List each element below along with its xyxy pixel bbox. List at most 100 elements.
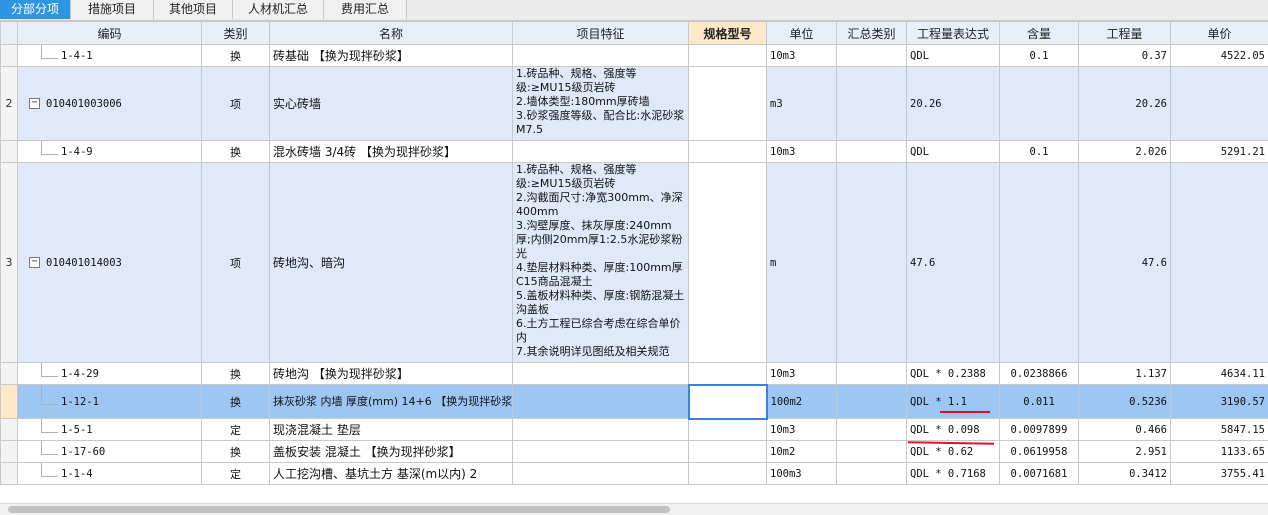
expr-cell[interactable]: 20.26 [907,67,1000,141]
feature-cell[interactable] [513,463,689,485]
code-cell[interactable]: 1-1-4 [18,463,202,485]
price-cell[interactable]: 5847.15 [1171,419,1268,441]
summary-cell[interactable] [837,163,907,363]
price-cell[interactable]: 4634.11 [1171,363,1268,385]
summary-cell[interactable] [837,385,907,419]
summary-cell[interactable] [837,441,907,463]
unit-cell[interactable]: 10m3 [767,45,837,67]
tab-fenbu[interactable]: 分部分项 [0,0,71,19]
collapse-icon[interactable]: − [29,257,40,268]
code-cell[interactable]: −010401003006 [18,67,202,141]
price-cell[interactable] [1171,163,1268,363]
spec-cell[interactable] [689,463,767,485]
price-cell[interactable]: 4522.05 [1171,45,1268,67]
name-cell[interactable]: 砖地沟 【换为现拌砂浆】 [270,363,513,385]
content-cell[interactable] [1000,67,1079,141]
code-cell[interactable]: 1-4-29 [18,363,202,385]
price-cell[interactable] [1171,67,1268,141]
type-cell[interactable]: 定 [202,419,270,441]
summary-cell[interactable] [837,141,907,163]
col-header-name[interactable]: 名称 [270,22,513,45]
feature-cell[interactable]: 1.砖品种、规格、强度等级:≥MU15级页岩砖 2.墙体类型:180mm厚砖墙 … [513,67,689,141]
feature-cell[interactable] [513,45,689,67]
col-header-feature[interactable]: 项目特征 [513,22,689,45]
content-cell[interactable]: 0.1 [1000,141,1079,163]
code-cell[interactable]: 1-4-9 [18,141,202,163]
feature-cell[interactable] [513,141,689,163]
expr-cell[interactable]: QDL [907,45,1000,67]
type-cell[interactable]: 定 [202,463,270,485]
code-cell[interactable]: 1-5-1 [18,419,202,441]
content-cell[interactable]: 0.0097899 [1000,419,1079,441]
table-row[interactable]: 1-1-4 定 人工挖沟槽、基坑土方 基深(m以内) 2 100m3 QDL *… [1,463,1268,485]
name-cell[interactable]: 抹灰砂浆 内墙 厚度(mm) 14+6 【换为现拌砂浆】 [270,385,513,419]
price-cell[interactable]: 3755.41 [1171,463,1268,485]
qty-cell[interactable]: 0.3412 [1079,463,1171,485]
unit-cell[interactable]: 10m3 [767,141,837,163]
summary-cell[interactable] [837,419,907,441]
horizontal-scrollbar[interactable] [0,503,1268,515]
qty-cell[interactable]: 2.026 [1079,141,1171,163]
spec-cell[interactable] [689,419,767,441]
table-row[interactable]: 1-4-29 换 砖地沟 【换为现拌砂浆】 10m3 QDL * 0.2388 … [1,363,1268,385]
tab-feiyong[interactable]: 费用汇总 [324,0,407,19]
price-cell[interactable]: 3190.57 [1171,385,1268,419]
content-cell[interactable] [1000,163,1079,363]
qty-cell[interactable]: 2.951 [1079,441,1171,463]
table-row[interactable]: 1-4-9 换 混水砖墙 3/4砖 【换为现拌砂浆】 10m3 QDL 0.1 … [1,141,1268,163]
table-row[interactable]: 1-4-1 换 砖基础 【换为现拌砂浆】 10m3 QDL 0.1 0.37 4… [1,45,1268,67]
content-cell[interactable]: 0.0619958 [1000,441,1079,463]
unit-cell[interactable]: m [767,163,837,363]
spec-cell[interactable] [689,363,767,385]
col-header-summary[interactable]: 汇总类别 [837,22,907,45]
tab-rencaiji[interactable]: 人材机汇总 [233,0,324,19]
table-row[interactable]: 1-5-1 定 现浇混凝土 垫层 10m3 QDL * 0.098 0.0097… [1,419,1268,441]
expr-cell[interactable]: 47.6 [907,163,1000,363]
name-cell[interactable]: 人工挖沟槽、基坑土方 基深(m以内) 2 [270,463,513,485]
price-cell[interactable]: 5291.21 [1171,141,1268,163]
col-header-qty[interactable]: 工程量 [1079,22,1171,45]
col-header-type[interactable]: 类别 [202,22,270,45]
table-row[interactable]: 2 −010401003006 项 实心砖墙 1.砖品种、规格、强度等级:≥MU… [1,67,1268,141]
unit-cell[interactable]: 100m3 [767,463,837,485]
content-cell[interactable]: 0.0071681 [1000,463,1079,485]
unit-cell[interactable]: 100m2 [767,385,837,419]
qty-cell[interactable]: 0.466 [1079,419,1171,441]
tab-qita[interactable]: 其他项目 [154,0,233,19]
summary-cell[interactable] [837,67,907,141]
col-header-content[interactable]: 含量 [1000,22,1079,45]
code-cell[interactable]: 1-12-1 [18,385,202,419]
name-cell[interactable]: 砖地沟、暗沟 [270,163,513,363]
name-cell[interactable]: 盖板安装 混凝土 【换为现拌砂浆】 [270,441,513,463]
qty-cell[interactable]: 47.6 [1079,163,1171,363]
qty-cell[interactable]: 1.137 [1079,363,1171,385]
spec-cell[interactable] [689,441,767,463]
summary-cell[interactable] [837,363,907,385]
code-cell[interactable]: 1-4-1 [18,45,202,67]
qty-cell[interactable]: 0.5236 [1079,385,1171,419]
col-header-expr[interactable]: 工程量表达式 [907,22,1000,45]
spec-cell[interactable] [689,45,767,67]
feature-cell[interactable] [513,363,689,385]
name-cell[interactable]: 现浇混凝土 垫层 [270,419,513,441]
price-cell[interactable]: 1133.65 [1171,441,1268,463]
content-cell[interactable]: 0.1 [1000,45,1079,67]
col-header-spec[interactable]: 规格型号 [689,22,767,45]
feature-cell[interactable] [513,385,689,419]
name-cell[interactable]: 混水砖墙 3/4砖 【换为现拌砂浆】 [270,141,513,163]
tab-cuoshi[interactable]: 措施项目 [71,0,154,19]
content-cell[interactable]: 0.0238866 [1000,363,1079,385]
spec-cell-editing[interactable] [689,385,767,419]
summary-cell[interactable] [837,45,907,67]
scrollbar-thumb[interactable] [8,506,670,513]
table-row[interactable]: 3 −010401014003 项 砖地沟、暗沟 1.砖品种、规格、强度等级:≥… [1,163,1268,363]
expr-cell[interactable]: QDL * 0.7168 [907,463,1000,485]
code-cell[interactable]: −010401014003 [18,163,202,363]
qty-cell[interactable]: 20.26 [1079,67,1171,141]
content-cell[interactable]: 0.011 [1000,385,1079,419]
spec-cell[interactable] [689,141,767,163]
type-cell[interactable]: 换 [202,441,270,463]
spec-cell[interactable] [689,67,767,141]
name-cell[interactable]: 实心砖墙 [270,67,513,141]
expr-cell[interactable]: QDL * 1.1 [907,385,1000,419]
